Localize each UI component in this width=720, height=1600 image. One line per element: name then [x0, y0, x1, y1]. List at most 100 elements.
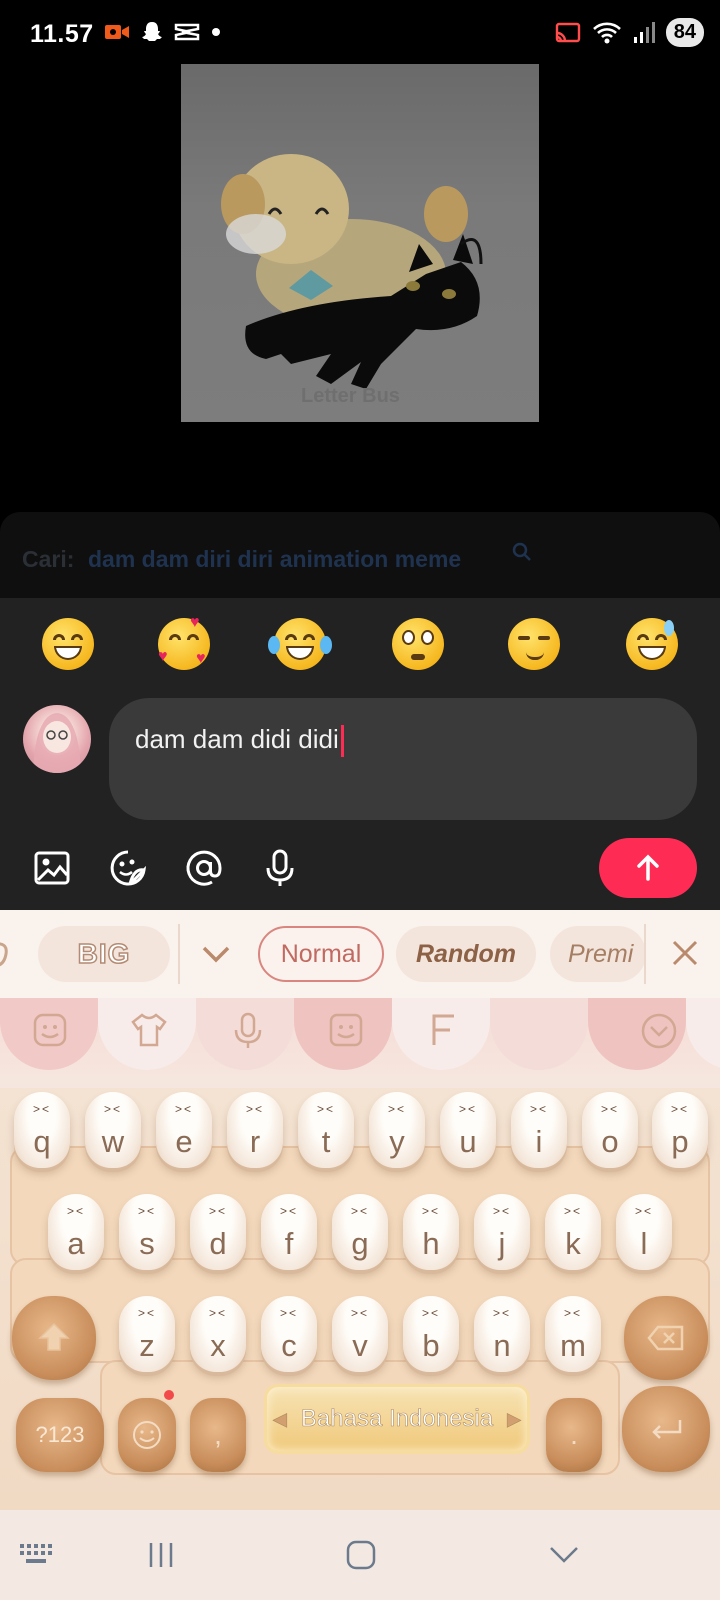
font-chip-normal[interactable]: Normal	[258, 926, 384, 982]
font-chip-random[interactable]: Random	[396, 926, 536, 982]
key-f[interactable]: >< f	[261, 1194, 317, 1270]
capcut-icon	[174, 23, 200, 41]
partial-font-icon[interactable]	[0, 938, 14, 972]
signal-icon	[633, 21, 655, 43]
key-i[interactable]: >< i	[511, 1092, 567, 1168]
key-y[interactable]: >< y	[369, 1092, 425, 1168]
back-down-icon[interactable]	[548, 1540, 580, 1570]
wifi-icon	[592, 22, 621, 43]
enter-icon	[652, 1420, 682, 1439]
key-e[interactable]: >< e	[156, 1092, 212, 1168]
close-icon[interactable]	[668, 936, 702, 970]
symbols-key[interactable]: ?123	[16, 1398, 104, 1472]
keyboard-switch-icon[interactable]	[18, 1540, 56, 1570]
symbols-key-label: ?123	[35, 1422, 85, 1447]
key-c[interactable]: >< c	[261, 1296, 317, 1372]
key-g[interactable]: >< g	[332, 1194, 388, 1270]
shift-key[interactable]	[12, 1296, 96, 1380]
mention-icon[interactable]	[184, 848, 224, 888]
period-key[interactable]: .	[546, 1398, 602, 1472]
tears-of-joy-emoji[interactable]	[268, 618, 332, 670]
search-prefix: Cari:	[22, 546, 75, 572]
emoji-icon[interactable]	[32, 1012, 68, 1048]
video-preview[interactable]: Letter Bus	[181, 64, 539, 422]
battery-badge: 84	[665, 18, 704, 47]
key-o[interactable]: >< o	[582, 1092, 638, 1168]
chevron-left-icon: ◀	[273, 1408, 287, 1429]
recents-icon[interactable]	[146, 1540, 176, 1570]
smirking-face-emoji[interactable]	[508, 618, 560, 670]
key-t[interactable]: >< t	[298, 1092, 354, 1168]
grinning-sweat-emoji[interactable]	[626, 618, 678, 670]
font-chip-big[interactable]: BIG	[38, 926, 170, 982]
smiling-face-with-hearts-emoji[interactable]: ♥ ♥ ♥	[158, 614, 210, 670]
comma-key[interactable]: ,	[190, 1398, 246, 1472]
key-a[interactable]: >< a	[48, 1194, 104, 1270]
key-l[interactable]: >< l	[616, 1194, 672, 1270]
space-key-label: Bahasa Indonesia	[300, 1405, 494, 1433]
key-s[interactable]: >< s	[119, 1194, 175, 1270]
chevron-down-icon[interactable]	[196, 934, 236, 974]
collapse-icon[interactable]	[640, 1012, 678, 1050]
key-k[interactable]: >< k	[545, 1194, 601, 1270]
keyboard-function-row	[0, 998, 720, 1088]
microphone-icon[interactable]	[260, 848, 300, 888]
toolbar-divider	[178, 924, 180, 984]
notification-dot	[164, 1390, 174, 1400]
video-watermark: Letter Bus	[301, 385, 400, 407]
home-icon[interactable]	[345, 1540, 377, 1570]
comment-composer: ♥ ♥ ♥ dam dam didi didi	[0, 598, 720, 910]
status-bar: 11.57 84	[0, 0, 720, 66]
status-time: 11.57	[30, 20, 94, 48]
avatar-illustration	[33, 713, 81, 773]
sticker-icon[interactable]	[108, 848, 148, 888]
key-z[interactable]: >< z	[119, 1296, 175, 1372]
search-suggestion-bar[interactable]: Cari: dam dam diri diri animation meme	[0, 512, 720, 598]
flushed-face-emoji[interactable]	[392, 618, 444, 670]
keyboard-font-toolbar: BIG Normal Random Premi	[0, 910, 720, 998]
comment-input[interactable]: dam dam didi didi	[109, 698, 697, 820]
enter-key[interactable]	[622, 1386, 710, 1472]
arrow-up-icon	[637, 854, 659, 881]
chevron-right-icon: ▶	[507, 1408, 521, 1429]
key-p[interactable]: >< p	[652, 1092, 708, 1168]
key-b[interactable]: >< b	[403, 1296, 459, 1372]
font-icon[interactable]	[428, 1012, 458, 1048]
shift-icon	[38, 1322, 70, 1351]
font-chip-premium[interactable]: Premi	[550, 926, 646, 982]
grinning-face-emoji[interactable]	[42, 618, 94, 670]
theme-shirt-icon[interactable]	[130, 1012, 168, 1048]
sticker-face-icon[interactable]	[328, 1012, 364, 1048]
key-j[interactable]: >< j	[474, 1194, 530, 1270]
key-d[interactable]: >< d	[190, 1194, 246, 1270]
navigation-bar	[0, 1510, 720, 1600]
cast-icon	[555, 22, 580, 42]
key-q[interactable]: >< q	[14, 1092, 70, 1168]
emoji-key[interactable]	[118, 1398, 176, 1472]
status-notification-icons	[104, 20, 222, 44]
search-icon	[512, 542, 531, 561]
user-avatar	[23, 705, 91, 773]
key-m[interactable]: >< m	[545, 1296, 601, 1372]
space-key[interactable]: ◀ Bahasa Indonesia ▶	[264, 1384, 530, 1454]
key-h[interactable]: >< h	[403, 1194, 459, 1270]
key-n[interactable]: >< n	[474, 1296, 530, 1372]
backspace-icon	[647, 1325, 684, 1351]
text-caret	[340, 725, 344, 758]
keyboard: BIG Normal Random Premi >< q >< w >< e >< r …	[0, 910, 720, 1510]
dot-icon	[212, 28, 220, 36]
search-query-link[interactable]: dam dam diri diri animation meme	[88, 546, 461, 573]
key-w[interactable]: >< w	[85, 1092, 141, 1168]
smiley-icon	[133, 1421, 161, 1449]
backspace-key[interactable]	[624, 1296, 708, 1380]
comment-input-text: dam dam didi didi	[135, 724, 344, 758]
key-x[interactable]: >< x	[190, 1296, 246, 1372]
send-button[interactable]	[599, 838, 697, 898]
key-v[interactable]: >< v	[332, 1296, 388, 1372]
image-icon[interactable]	[32, 848, 72, 888]
key-u[interactable]: >< u	[440, 1092, 496, 1168]
period-key-label: .	[570, 1419, 578, 1450]
microphone-icon[interactable]	[230, 1012, 266, 1050]
key-r[interactable]: >< r	[227, 1092, 283, 1168]
video-record-icon	[105, 25, 129, 39]
